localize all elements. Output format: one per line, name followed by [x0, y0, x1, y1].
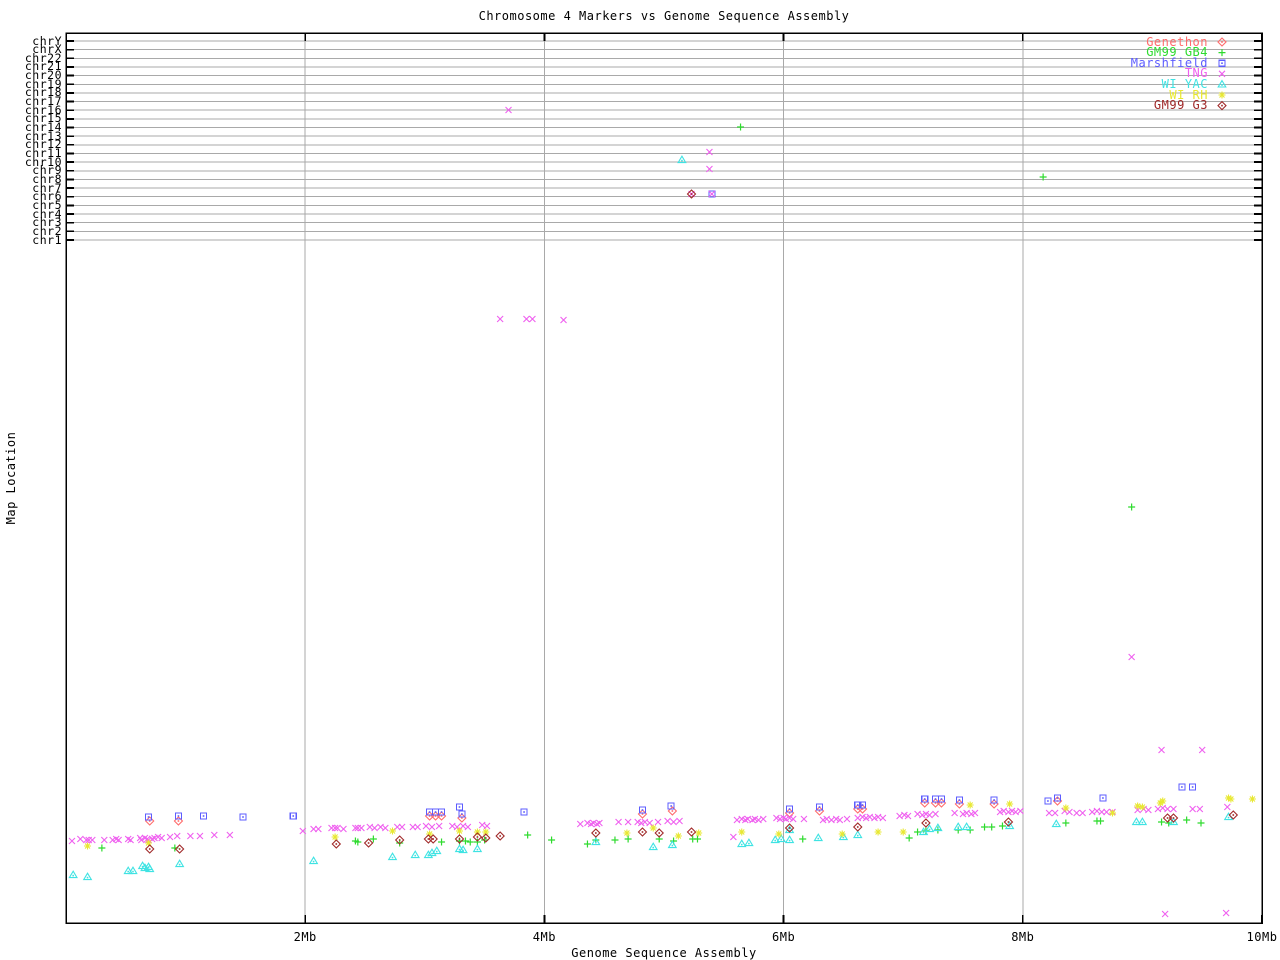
y-axis-title: Map Location [4, 431, 18, 525]
x-axis-title: Genome Sequence Assembly [571, 946, 757, 960]
x-tick-label: 8Mb [1011, 930, 1035, 944]
chromosome-marker-chart: Chromosome 4 Markers vs Genome Sequence … [0, 0, 1280, 960]
y-tick-label: chr1 [32, 232, 62, 247]
x-tick-label: 2Mb [293, 930, 317, 944]
chart-title: Chromosome 4 Markers vs Genome Sequence … [478, 9, 850, 23]
plot-canvas [65, 32, 1263, 924]
x-tick-label: 10Mb [1246, 930, 1278, 944]
x-tick-label: 4Mb [532, 930, 556, 944]
legend-label-gm99-g3: GM99 G3 [1153, 98, 1208, 113]
legend-label-marshfield: Marshfield [1130, 55, 1208, 70]
x-tick-label: 6Mb [772, 930, 796, 944]
